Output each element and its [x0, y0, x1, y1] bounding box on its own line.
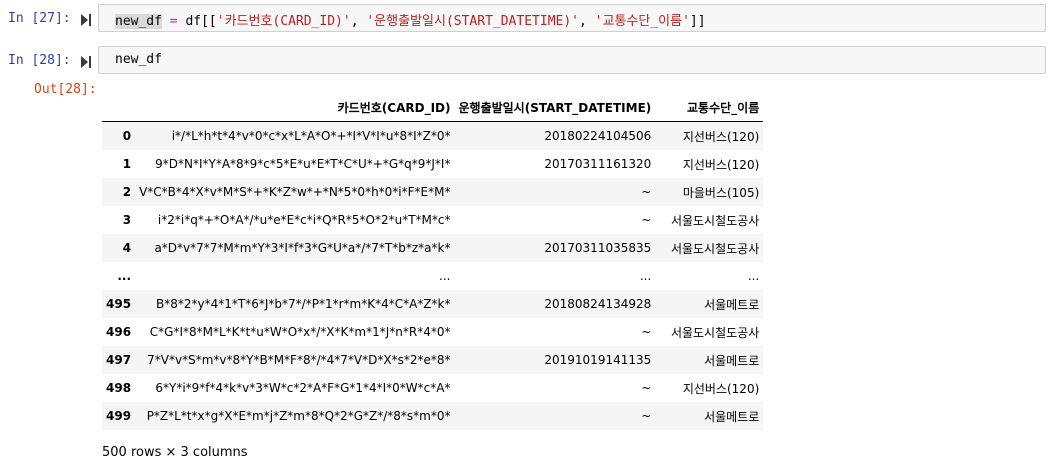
cell-start-datetime: ~: [641, 213, 652, 227]
string-start-datetime: '운행출발일시(START_DATETIME)': [366, 14, 579, 29]
table-row: 495 B*8*2*y*4*1*T*6*J*b*7*/*P*1*r*m*K*4*C…: [102, 290, 764, 318]
row-index: 495: [106, 297, 132, 311]
cell-start-datetime: 20170311035835: [544, 241, 652, 255]
cell-start-datetime: ...: [639, 269, 652, 283]
table-row: ............: [102, 262, 763, 290]
dataframe-table: 카드번호(CARD_ID) 운행출발일시(START_DATETIME) 교통수…: [102, 94, 764, 430]
cell-card-id: 7*V*v*S*m*v*8*Y*B*M*F*8*/*4*7*V*D*X*s*2*…: [147, 353, 451, 367]
cell-card-id: V*C*B*4*X*v*M*S*+*K*Z*w*+*N*5*0*h*0*i*F*…: [139, 185, 451, 199]
table-row: 4 a*D*v*7*7*M*m*Y*3*I*f*3*G*U*a*/*7*T*b*z…: [102, 234, 764, 262]
cell-transport-name: 서울메트로: [704, 297, 760, 312]
assign-operator: =: [169, 14, 178, 29]
dataframe-summary: 500 rows × 3 columns: [102, 445, 248, 460]
row-index: 498: [106, 381, 132, 395]
cell-start-datetime: ~: [641, 185, 652, 199]
cell-transport-name: 서울메트로: [704, 353, 760, 368]
code-comma: ,: [350, 14, 367, 29]
cell-transport-name: 서울도시철도공사: [670, 325, 760, 340]
cell-28-prompt: In [28]:: [8, 53, 71, 68]
column-header: 운행출발일시(START_DATETIME): [454, 94, 656, 122]
variable-new-df: new_df: [115, 14, 162, 29]
table-header-row: 카드번호(CARD_ID) 운행출발일시(START_DATETIME) 교통수…: [102, 94, 764, 122]
row-index: ...: [117, 269, 132, 283]
cell-start-datetime: 20180224104506: [544, 129, 652, 143]
cell-card-id: C*G*I*8*M*L*K*t*u*W*O*x*/*X*K*m*1*J*n*R*…: [149, 325, 451, 339]
table-row: 3 i*2*i*q*+*O*A*/*u*e*E*c*i*Q*R*5*O*2*u*T…: [102, 206, 763, 234]
cell-transport-name: 서울도시철도공사: [670, 241, 760, 256]
code-cell-27[interactable]: new_df = df[['카드번호(CARD_ID)', '운행출발일시(ST…: [98, 4, 1046, 32]
cell-start-datetime: ~: [641, 381, 652, 395]
run-cell-icon[interactable]: [80, 13, 92, 27]
row-index: 499: [106, 409, 132, 423]
cell-transport-name: 서울메트로: [704, 409, 760, 424]
row-index: 497: [106, 353, 132, 367]
string-card-id: '카드번호(CARD_ID)': [216, 14, 351, 29]
cell-card-id: B*8*2*y*4*1*T*6*J*b*7*/*P*1*r*m*K*4*C*A*…: [156, 297, 451, 311]
cell-card-id: 6*Y*i*9*f*4*k*v*3*W*c*2*A*F*G*1*4*I*0*W*…: [155, 381, 451, 395]
cell-card-id: i*/*L*h*t*4*v*0*c*x*L*A*O*+*I*V*I*u*8*I*…: [171, 129, 451, 143]
row-index: 4: [122, 241, 132, 255]
table-row: 0 i*/*L*h*t*4*v*0*c*x*L*A*O*+*I*V*I*u*8*I…: [102, 121, 764, 150]
table-row: 498 6*Y*i*9*f*4*k*v*3*W*c*2*A*F*G*1*4*I*0…: [102, 374, 763, 402]
row-index: 3: [122, 213, 132, 227]
code-close: ]]: [689, 14, 706, 29]
row-index: 0: [122, 129, 132, 143]
cell-card-id: P*Z*L*t*x*g*X*E*m*j*Z*m*8*Q*2*G*Z*/*8*s*…: [146, 409, 451, 423]
code-df-select: df[[: [177, 14, 217, 29]
cell-27-prompt: In [27]:: [8, 11, 71, 26]
column-header: 교통수단_이름: [655, 94, 764, 122]
code-comma: ,: [579, 14, 595, 29]
index-header: [102, 94, 136, 122]
table-row: 497 7*V*v*S*m*v*8*Y*B*M*F*8*/*4*7*V*D*X*s…: [102, 346, 764, 374]
table-row: 496 C*G*I*8*M*L*K*t*u*W*O*x*/*X*K*m*1*J*n…: [102, 318, 763, 346]
cell-transport-name: 서울도시철도공사: [670, 213, 760, 228]
cell-transport-name: 지선버스(120): [682, 381, 760, 396]
table-row: 2 V*C*B*4*X*v*M*S*+*K*Z*w*+*N*5*0*h*0*i*F…: [102, 178, 764, 206]
cell-start-datetime: 20170311161320: [544, 157, 652, 171]
row-index: 2: [122, 185, 132, 199]
row-index: 1: [122, 157, 132, 171]
cell-card-id: 9*D*N*I*Y*A*8*9*c*5*E*u*E*T*C*U*+*G*q*9*…: [155, 157, 451, 171]
code-cell-28[interactable]: new_df: [98, 46, 1046, 74]
cell-start-datetime: ~: [641, 409, 652, 423]
cell-start-datetime: 20191019141135: [544, 353, 652, 367]
cell-start-datetime: ~: [641, 325, 652, 339]
cell-transport-name: 지선버스(120): [682, 157, 760, 172]
column-header: 카드번호(CARD_ID): [135, 94, 455, 122]
cell-transport-name: ...: [747, 269, 760, 283]
output-28-prompt: Out[28]:: [34, 82, 97, 97]
cell-transport-name: 마을버스(105): [682, 185, 760, 200]
table-row: 499 P*Z*L*t*x*g*X*E*m*j*Z*m*8*Q*2*G*Z*/*8…: [102, 402, 764, 430]
code-line: new_df = df[['카드번호(CARD_ID)', '운행출발일시(ST…: [115, 10, 706, 29]
cell-card-id: i*2*i*q*+*O*A*/*u*e*E*c*i*Q*R*5*O*2*u*T*…: [157, 213, 451, 227]
row-index: 496: [106, 325, 132, 339]
code-line: new_df: [115, 52, 162, 67]
table-row: 1 9*D*N*I*Y*A*8*9*c*5*E*u*E*T*C*U*+*G*q*9…: [102, 150, 763, 178]
cell-transport-name: 지선버스(120): [682, 129, 760, 144]
cell-card-id: a*D*v*7*7*M*m*Y*3*I*f*3*G*U*a*/*7*T*b*z*…: [154, 241, 451, 255]
cell-start-datetime: 20180824134928: [544, 297, 652, 311]
cell-card-id: ...: [439, 269, 451, 283]
run-cell-icon[interactable]: [80, 55, 92, 69]
string-transport-name: '교통수단_이름': [594, 14, 690, 29]
